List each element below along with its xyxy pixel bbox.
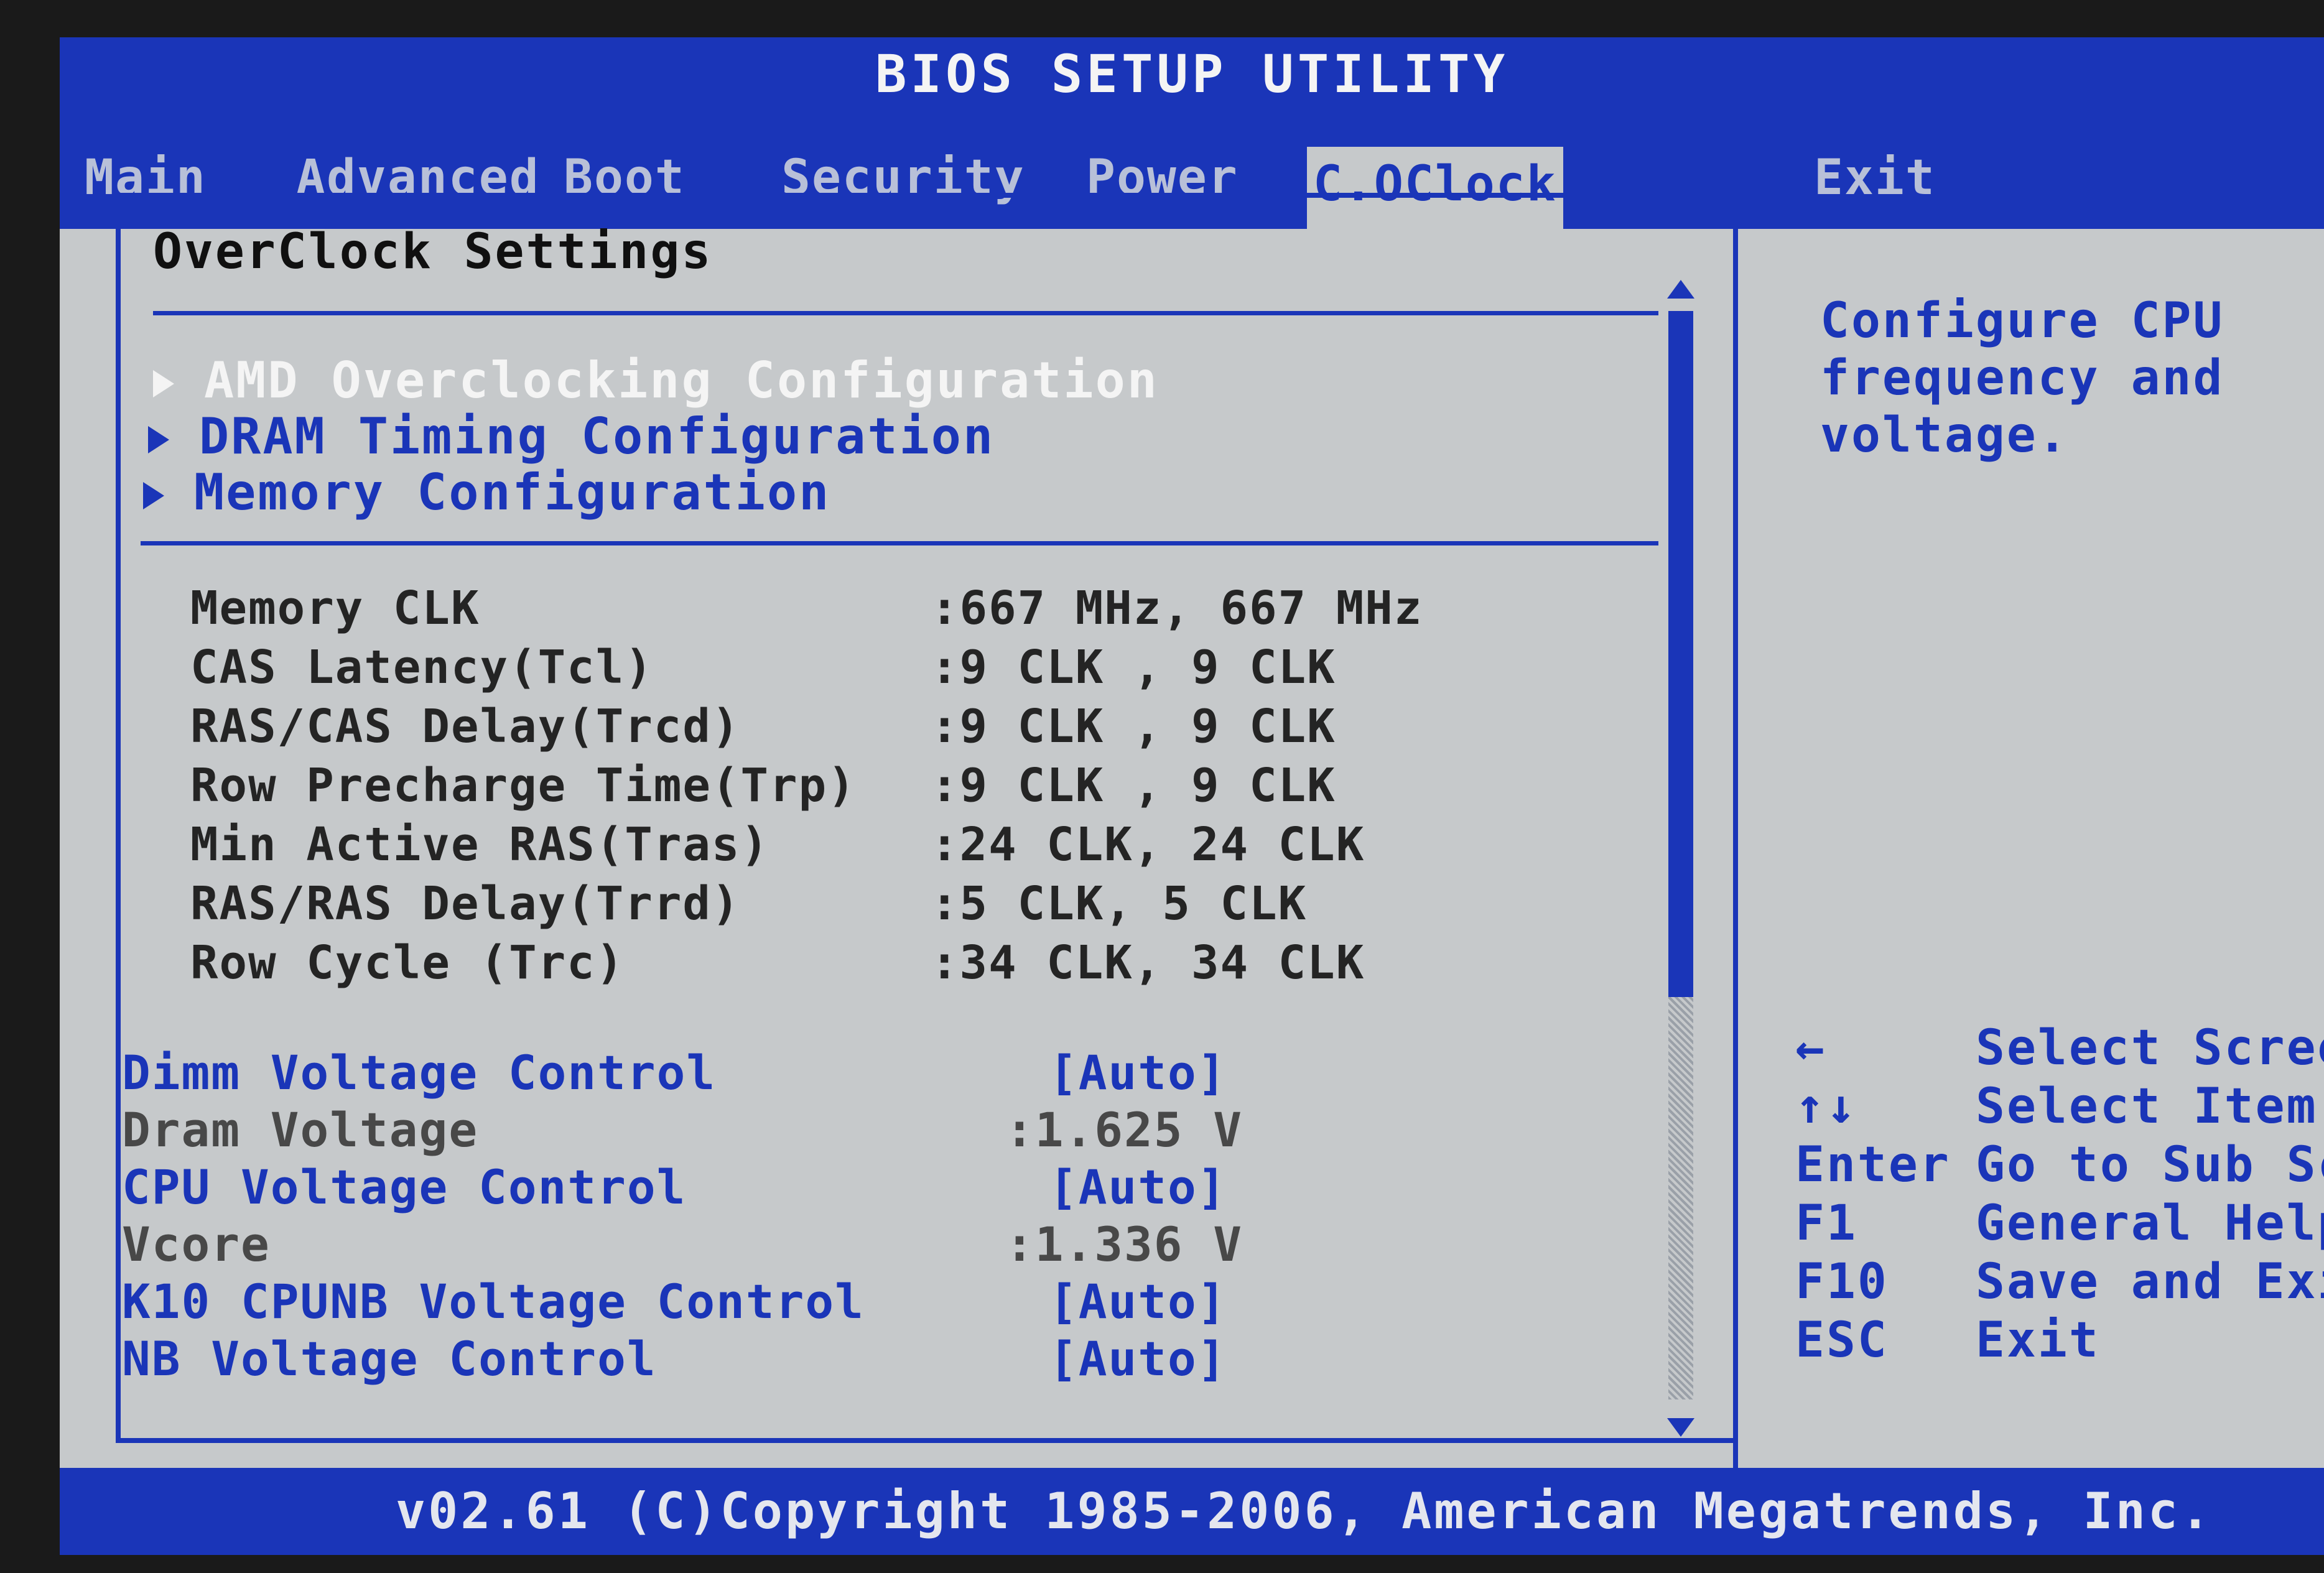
option-dram-voltage: Dram Voltage:1.625 V [122, 1102, 1243, 1158]
submenu-memory-config[interactable]: Memory Configuration [143, 463, 830, 521]
section-divider [153, 311, 1658, 315]
info-cas-latency: CAS Latency(Tcl):9 CLK , 9 CLK [190, 641, 1336, 694]
copyright-footer: v02.61 (C)Copyright 1985-2006, American … [60, 1468, 2324, 1555]
option-dimm-voltage-control[interactable]: Dimm Voltage Control [Auto] [122, 1045, 1226, 1100]
triangle-right-icon [143, 482, 164, 510]
bios-screen: BIOS SETUP UTILITY Main Advanced Boot Se… [60, 37, 2324, 1555]
info-ras-cas-delay: RAS/CAS Delay(Trcd):9 CLK , 9 CLK [190, 700, 1336, 753]
info-min-active-ras: Min Active RAS(Tras):24 CLK, 24 CLK [190, 818, 1365, 871]
bios-title: BIOS SETUP UTILITY [60, 37, 2324, 111]
option-nb-voltage-control[interactable]: NB Voltage Control [Auto] [122, 1331, 1226, 1386]
triangle-right-icon [148, 426, 169, 454]
option-k10-cpunb-voltage-control[interactable]: K10 CPUNB Voltage Control [Auto] [122, 1274, 1226, 1329]
scrollbar[interactable] [1665, 280, 1698, 1437]
info-ras-ras-delay: RAS/RAS Delay(Trrd):5 CLK, 5 CLK [190, 877, 1308, 930]
info-memory-clk: Memory CLK:667 MHz, 667 MHz [190, 582, 1423, 635]
scroll-up-icon[interactable] [1667, 280, 1694, 299]
info-row-cycle: Row Cycle (Trc):34 CLK, 34 CLK [190, 936, 1365, 990]
scroll-track[interactable] [1668, 311, 1693, 1399]
option-cpu-voltage-control[interactable]: CPU Voltage Control [Auto] [122, 1159, 1226, 1215]
submenu-divider [141, 541, 1658, 545]
arrow-left-icon: ← [1795, 1020, 1826, 1076]
tab-exit[interactable]: Exit [1814, 141, 1936, 215]
option-vcore: Vcore:1.336 V [122, 1217, 1243, 1272]
submenu-amd-overclocking[interactable]: AMD Overclocking Configuration [153, 351, 1159, 409]
arrow-up-down-icon: ↑↓ [1795, 1079, 1857, 1135]
section-title: OverClock Settings [153, 224, 713, 280]
info-row-precharge: Row Precharge Time(Trp):9 CLK , 9 CLK [190, 759, 1336, 812]
triangle-right-icon [153, 370, 174, 398]
scroll-down-icon[interactable] [1667, 1418, 1694, 1437]
help-description: Configure CPU frequency and voltage. [1820, 293, 2224, 463]
scroll-thumb[interactable] [1668, 311, 1693, 997]
submenu-dram-timing[interactable]: DRAM Timing Configuration [148, 407, 995, 465]
